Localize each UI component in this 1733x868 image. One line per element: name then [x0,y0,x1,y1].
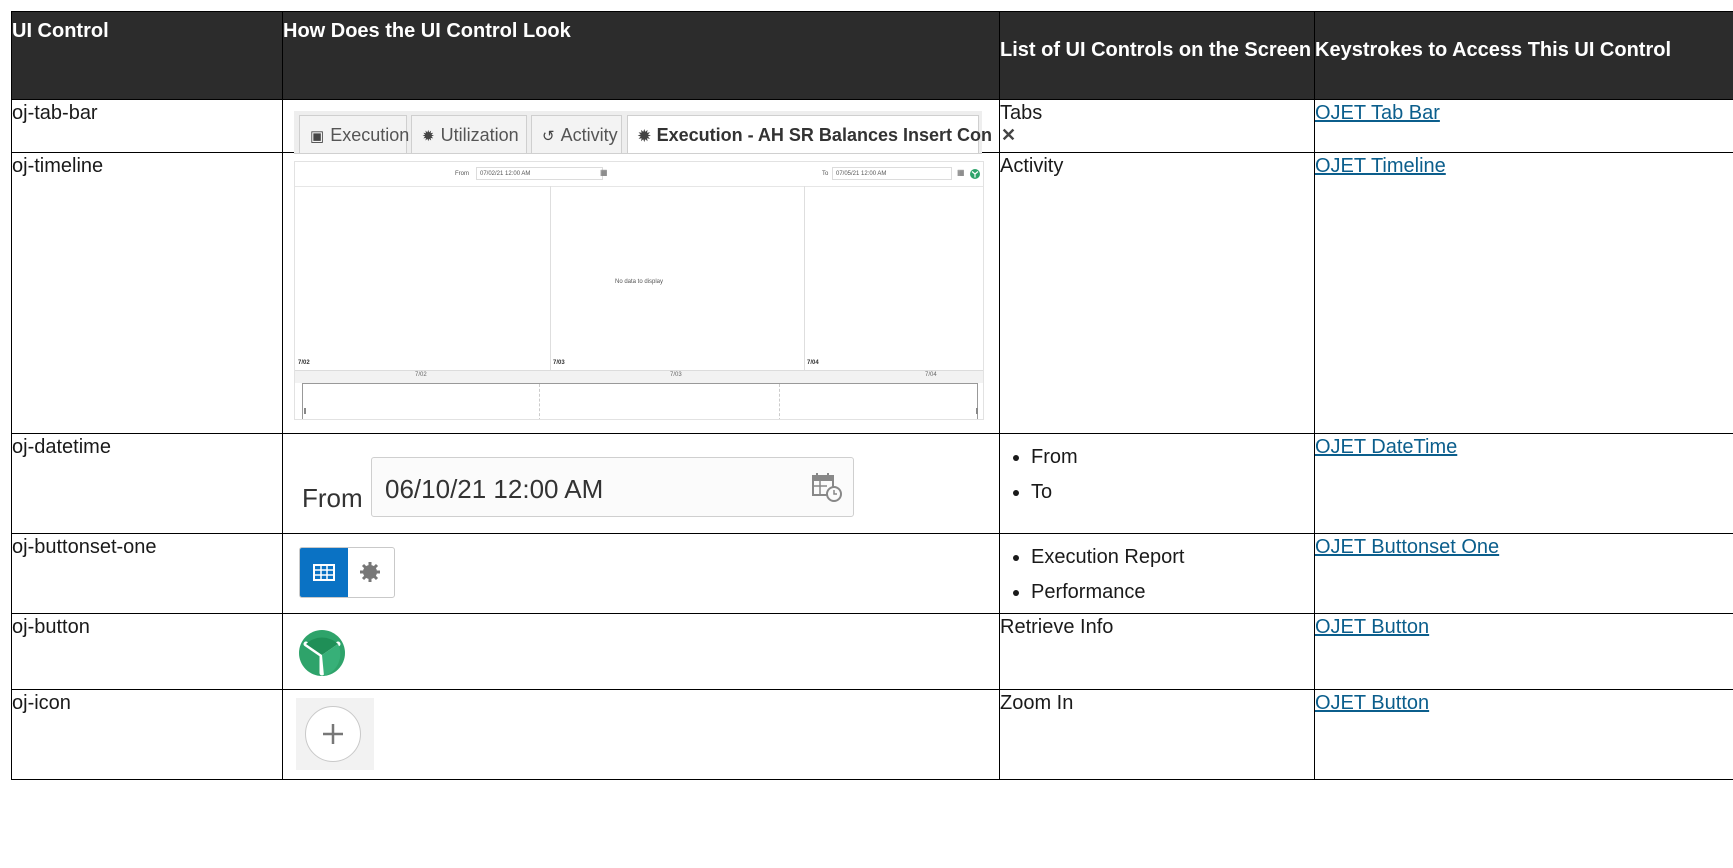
retrieve-info-icon[interactable] [298,629,346,677]
control-name: oj-timeline [11,152,283,434]
control-visual: From 06/10/21 12:00 AM [282,433,1000,534]
doc-link[interactable]: OJET Button [1315,616,1429,638]
close-icon[interactable]: ✕ [1001,125,1016,145]
screen-controls-list: Execution Report Performance [1000,540,1314,610]
tab-bar: ▣ Execution ✹ Utilization ↺ Activity ✹ Execu… [294,111,1016,154]
overview-header [295,370,983,383]
list-item: From [1031,440,1314,475]
control-name: oj-button [11,613,283,690]
datetime-value: 06/10/21 12:00 AM [385,474,604,504]
screen-controls: Zoom In [999,689,1315,780]
screen-controls: Tabs [999,99,1315,153]
header-screen-controls: List of UI Controls on the Screen [999,11,1315,100]
control-visual: ▣ Execution ✹ Utilization ↺ Activity ✹ Execu… [282,99,1016,154]
overview-window[interactable] [302,383,978,419]
overview-date: 7/02 [415,372,427,378]
tab-activity[interactable]: ↺ Activity [531,115,622,153]
datetime-input[interactable]: 06/10/21 12:00 AM [371,457,854,517]
control-name: oj-datetime [11,433,283,534]
ui-controls-table: UI Control How Does the UI Control Look … [11,11,1733,780]
no-data-message: No data to display [614,279,664,285]
table-row: oj-buttonset-one • Execution Report • Pe… [11,533,1733,614]
table-row: oj-datetime From 06/10/21 12:00 AM F [11,433,1733,534]
date-label: 7/04 [807,360,819,366]
screen-controls-list: From To [1000,440,1314,510]
overview-date: 7/03 [670,372,682,378]
tab-execution-detail[interactable]: ✹ Execution - AH SR Balances Insert Con ✕ [627,115,1016,153]
control-name: oj-icon [11,689,283,780]
screen-controls: Activity [999,152,1315,434]
header-keystrokes: Keystrokes to Access This UI Control [1314,11,1733,100]
from-input[interactable]: 07/02/21 12:00 AM [476,167,603,180]
doc-link[interactable]: OJET Tab Bar [1315,102,1440,124]
control-visual [282,613,1000,690]
header-ui-control: UI Control [11,11,283,100]
date-label: 7/03 [553,360,565,366]
gear-icon: ✹ [422,128,435,145]
calendar-icon[interactable]: ▦ [957,168,965,177]
header-how-it-looks: How Does the UI Control Look [282,11,1000,100]
from-label: From [455,171,469,177]
list-item: Performance [1031,575,1314,610]
table-row: oj-icon Zoom In OJET Button [11,689,1733,780]
plus-icon [323,724,343,744]
screen-controls: Retrieve Info [999,613,1315,690]
control-visual: From 07/02/21 12:00 AM ▦ To 07/05/21 12:… [282,152,1000,434]
gear-icon [360,562,380,582]
header-row: UI Control How Does the UI Control Look … [11,11,1733,100]
tab-execution[interactable]: ▣ Execution [299,115,409,153]
table-row: oj-timeline From 07/02/21 12:00 AM ▦ To … [11,152,1733,434]
history-icon: ↺ [542,128,555,145]
control-name: oj-buttonset-one [11,533,283,614]
overview-date: 7/04 [925,372,937,378]
buttonset [299,547,395,598]
retrieve-info-icon[interactable] [970,169,980,179]
gear-icon: ✹ [638,128,651,145]
tab-utilization[interactable]: ✹ Utilization [411,115,527,153]
list-item: Execution Report [1031,540,1314,575]
left-handle[interactable] [304,408,306,414]
list-item: To [1031,475,1314,510]
to-input[interactable]: 07/05/21 12:00 AM [832,167,952,180]
calendar-clock-icon[interactable] [811,471,843,503]
datetime-label: From [302,483,363,513]
doc-link[interactable]: OJET Button [1315,692,1429,714]
to-label: To [822,171,829,177]
execution-report-button[interactable] [300,548,348,597]
control-visual [282,689,1000,780]
calendar-icon[interactable]: ▦ [600,168,608,177]
table-row: oj-tab-bar ▣ Execution ✹ Utilization ↺ Acti… [11,99,1733,154]
right-handle[interactable] [976,408,978,414]
doc-link[interactable]: OJET Buttonset One [1315,536,1499,558]
control-name: oj-tab-bar [11,99,283,153]
performance-button[interactable] [348,548,394,597]
doc-link[interactable]: OJET DateTime [1315,436,1457,458]
timeline: From 07/02/21 12:00 AM ▦ To 07/05/21 12:… [294,161,984,420]
zoom-in-button[interactable] [305,706,361,762]
date-label: 7/02 [298,360,310,366]
execution-icon: ▣ [310,128,325,145]
doc-link[interactable]: OJET Timeline [1315,155,1446,177]
table-icon [313,564,335,581]
table-row: oj-button Retrieve Info OJET Button [11,613,1733,690]
control-visual [282,533,1000,614]
